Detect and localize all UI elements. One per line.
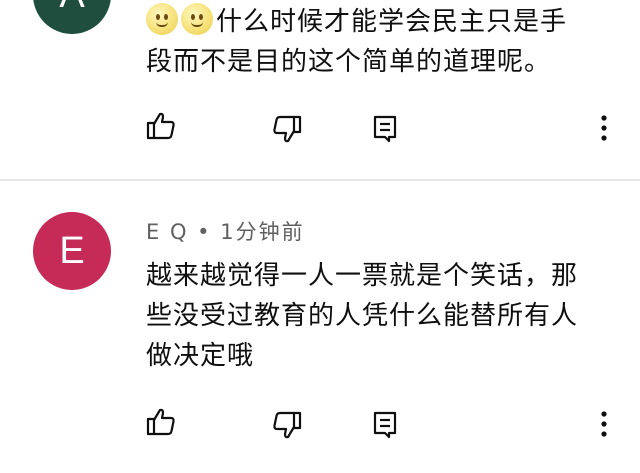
avatar-letter: A [59, 0, 84, 17]
comment-text-line: 些没受过教育的人凭什么能替所有人 [146, 301, 579, 331]
comments-list: A 什么时候才能学会民主只是手 段而不是目的这个简单的道理呢。 [0, 0, 640, 473]
comment-text-line: 越来越觉得一人一票就是个笑话，那 [146, 261, 579, 291]
smiling-face-emoji-icon [146, 3, 178, 35]
thumbs-up-icon[interactable] [145, 110, 177, 142]
comment-time[interactable]: 1分钟前 [220, 220, 304, 244]
thumbs-up-icon[interactable] [145, 406, 177, 438]
comment-text: 什么时候才能学会民主只是手 段而不是目的这个简单的道理呢。 [146, 2, 606, 82]
comment-text-line: 段而不是目的这个简单的道理呢。 [146, 47, 552, 77]
comment-meta: E Q • 1分钟前 [146, 216, 305, 246]
more-vertical-icon[interactable] [588, 112, 620, 144]
comment-actions [0, 406, 640, 442]
reply-comment-icon[interactable] [370, 112, 402, 144]
comment-text-line: 做决定哦 [146, 341, 255, 371]
avatar-letter: E [59, 229, 85, 272]
smiling-face-emoji-icon [181, 3, 213, 35]
thumbs-down-icon[interactable] [271, 409, 303, 441]
comment-divider [0, 179, 640, 181]
comment-text: 越来越觉得一人一票就是个笑话，那 些没受过教育的人凭什么能替所有人 做决定哦 [146, 256, 606, 376]
more-vertical-icon[interactable] [588, 408, 620, 440]
comment-actions [0, 110, 640, 146]
reply-comment-icon[interactable] [370, 408, 402, 440]
meta-separator: • [197, 220, 212, 244]
author-name[interactable]: E Q [146, 220, 188, 244]
thumbs-down-icon[interactable] [271, 113, 303, 145]
avatar[interactable]: E [33, 212, 111, 290]
avatar[interactable]: A [33, 0, 111, 34]
comment-text-line: 什么时候才能学会民主只是手 [146, 2, 606, 42]
